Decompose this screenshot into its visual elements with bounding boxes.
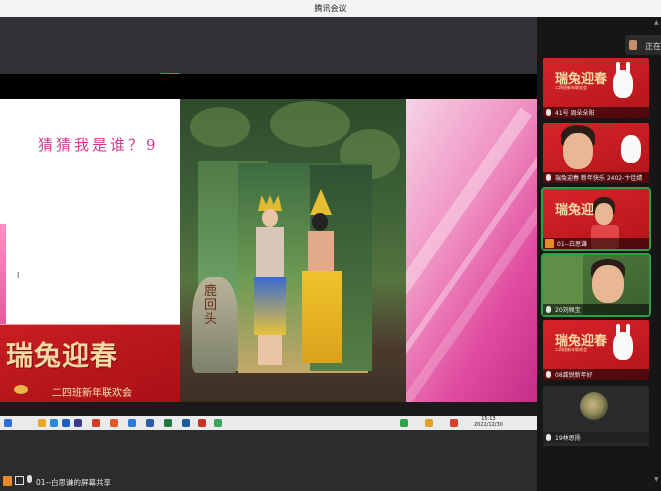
tile-subtitle: 二四班新年联欢会 [555,347,587,352]
taskbar-app-icon [198,419,206,427]
slide-photo: 鹿回头 [180,99,406,402]
mic-icon [546,306,551,313]
rabbit-icon [613,70,633,98]
rabbit-icon [621,135,641,163]
title-bar: 腾讯会议 [0,0,661,17]
shared-screen-content: 猜猜我是谁？9 I 瑞兔迎春 二四班新年联欢会 鹿回头 [0,74,537,430]
mic-icon [546,109,551,116]
taskbar-clock: 15:13 2022/12/30 [474,416,503,428]
taskbar-app-icon [214,419,222,427]
participant-name: 瑞兔迎春 新年快乐 2402-卞佳婧 [555,175,643,182]
participant-face [563,133,593,169]
participant-name: 19林思扬 [555,435,581,442]
speaker-avatar [629,40,637,50]
participant-face [595,203,613,225]
user-icon [545,239,554,248]
mic-icon [546,174,551,181]
costumed-child-2 [296,189,346,367]
sharing-label: 01--白思谦的屏幕共享 [36,478,111,487]
taskbar-app-icon [146,419,154,427]
tray-icon [400,419,408,427]
text-cursor-icon: I [17,271,20,280]
taskbar-app-icon [62,419,70,427]
taskbar-app-icon [50,419,58,427]
banner-title: 瑞兔迎春 [6,341,118,372]
costumed-child-1 [250,195,290,365]
participant-name: 08龚锐新年好 [555,372,593,379]
slide-bottom-strip [0,402,537,416]
user-icon [3,476,12,486]
taskbar-app-icon [110,419,118,427]
mic-icon [546,371,551,378]
rabbit-icon [613,332,633,360]
window-title: 腾讯会议 [314,4,347,13]
rock-inscription: 鹿回头 [204,284,218,327]
slide-right-panel [406,99,537,402]
participant-name: 20刘佩宝 [555,307,581,314]
tray-icon [425,419,433,427]
taskbar-app-icon [128,419,136,427]
scroll-up-icon[interactable]: ▲ [654,19,659,26]
slide-title: 猜猜我是谁？9 [38,136,159,154]
taskbar-app-icon [38,419,46,427]
screen-share-icon [15,476,24,485]
banner-subtitle: 二四班新年联欢会 [52,388,132,399]
windows-start-icon [4,419,12,427]
taskbar-app-icon [92,419,100,427]
taskbar-app-icon [164,419,172,427]
tray-icon [450,419,458,427]
participant-face [592,265,624,303]
shared-screen-top [0,17,537,74]
mic-icon [546,434,551,441]
scroll-down-icon[interactable]: ▼ [654,476,659,483]
speaking-label: 正在 [645,42,661,51]
meeting-window: 腾讯会议 猜猜我是谁？9 I 瑞兔迎春 二四班新年联欢会 鹿回头 15:13 2… [0,0,661,491]
slide-pink-edge [0,224,6,334]
mic-icon[interactable] [27,475,32,483]
tile-subtitle: 二四班新年联欢会 [555,85,587,90]
avatar [580,392,608,420]
taskbar-app-icon [182,419,190,427]
participant-name: 01--白思谦 [557,241,587,248]
taskbar-app-icon [74,419,82,427]
participant-name: 41号 周朵朵阳 [555,110,595,117]
taskbar-date: 2022/12/30 [474,422,503,428]
